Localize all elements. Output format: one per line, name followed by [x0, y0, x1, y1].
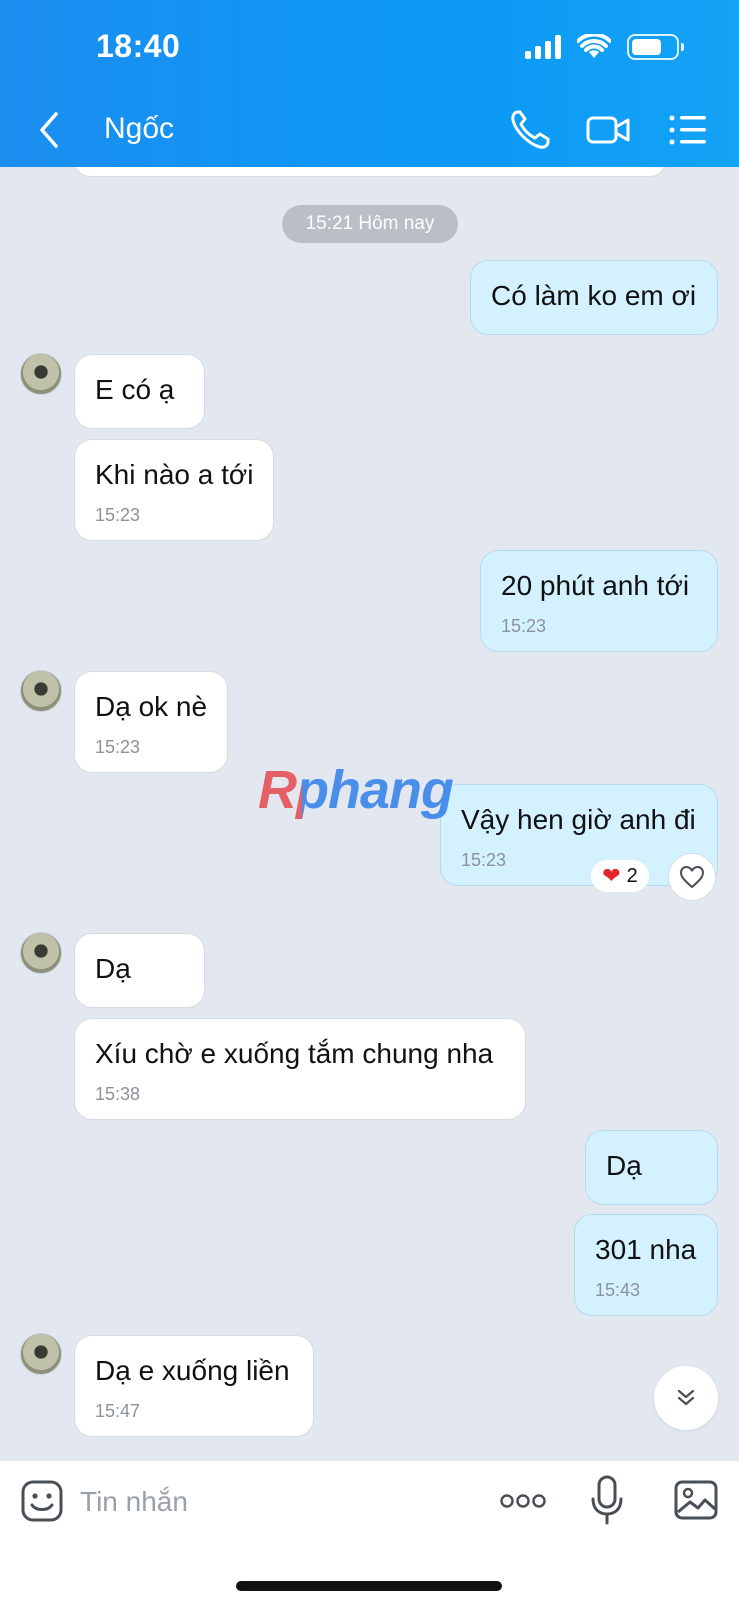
message-text: Xíu chờ e xuống tắm chung nha — [95, 1038, 494, 1069]
message-time: 15:47 — [95, 1401, 141, 1421]
message-bubble-outgoing[interactable]: Có làm ko em ơi — [470, 260, 718, 335]
microphone-icon[interactable] — [590, 1475, 624, 1525]
image-gallery-icon[interactable] — [674, 1479, 718, 1521]
message-bubble-incoming[interactable]: Khi nào a tới 15:23 — [74, 439, 274, 541]
message-bubble-outgoing[interactable]: Dạ — [585, 1130, 718, 1205]
message-time: 15:23 — [501, 616, 547, 636]
double-chevron-down-icon — [677, 1389, 695, 1406]
message-text: Khi nào a tới — [95, 459, 254, 490]
message-input-bar — [0, 1460, 739, 1600]
heart-icon: ❤ — [602, 863, 621, 888]
message-bubble-incoming[interactable]: Dạ e xuống liền 15:47 — [74, 1335, 314, 1437]
message-time: 15:23 — [461, 850, 507, 870]
more-options-icon[interactable] — [498, 1489, 548, 1513]
like-button[interactable] — [668, 853, 716, 901]
message-text: E có ạ — [95, 374, 175, 405]
message-time: 15:23 — [95, 505, 141, 525]
reaction-badge[interactable]: ❤ 2 — [591, 860, 649, 892]
message-text: Có làm ko em ơi — [491, 280, 697, 311]
battery-fill — [632, 39, 662, 55]
chat-header: 18:40 Ngốc — [0, 0, 739, 167]
reaction-count: 2 — [626, 864, 638, 887]
status-time: 18:40 — [96, 28, 181, 64]
message-time: 15:43 — [595, 1280, 641, 1300]
contact-name[interactable]: Ngốc — [104, 112, 174, 146]
message-text: Dạ ok nè — [95, 691, 208, 722]
signal-icon — [525, 35, 561, 59]
status-icons — [525, 34, 684, 60]
message-text: Dạ e xuống liền — [95, 1355, 290, 1386]
menu-list-icon[interactable] — [664, 106, 712, 154]
previous-message-bubble — [74, 167, 666, 177]
battery-icon — [627, 34, 684, 60]
contact-avatar[interactable] — [20, 353, 62, 395]
message-text: Dạ — [606, 1150, 642, 1181]
message-text: 301 nha — [595, 1234, 697, 1265]
back-icon[interactable] — [30, 108, 70, 152]
heart-outline-icon — [680, 866, 704, 888]
message-bubble-incoming[interactable]: Xíu chờ e xuống tắm chung nha 15:38 — [74, 1018, 526, 1120]
video-call-icon[interactable] — [584, 106, 632, 154]
contact-avatar[interactable] — [20, 932, 62, 974]
contact-avatar[interactable] — [20, 1333, 62, 1375]
message-text: 20 phút anh tới — [501, 570, 690, 601]
phone-icon[interactable] — [506, 106, 554, 154]
message-text: Dạ — [95, 953, 131, 984]
message-time: 15:23 — [95, 737, 141, 757]
watermark-logo: Rphang — [258, 760, 454, 820]
message-time: 15:38 — [95, 1084, 141, 1104]
message-text: Vậy hen giờ anh đi — [461, 804, 696, 835]
message-bubble-incoming[interactable]: Dạ — [74, 933, 205, 1008]
message-input[interactable] — [80, 1481, 440, 1523]
message-bubble-incoming[interactable]: E có ạ — [74, 354, 205, 429]
message-bubble-outgoing[interactable]: 301 nha 15:43 — [574, 1214, 718, 1316]
message-bubble-incoming[interactable]: Dạ ok nè 15:23 — [74, 671, 228, 773]
scroll-to-bottom-button[interactable] — [654, 1366, 718, 1430]
home-indicator — [236, 1581, 502, 1591]
emoji-sticker-icon[interactable] — [20, 1479, 64, 1523]
date-separator: 15:21 Hôm nay — [282, 205, 458, 243]
contact-avatar[interactable] — [20, 670, 62, 712]
message-bubble-outgoing[interactable]: 20 phút anh tới 15:23 — [480, 550, 718, 652]
wifi-icon — [577, 34, 611, 58]
chat-area[interactable]: 15:21 Hôm nay Có làm ko em ơi E có ạ Khi… — [0, 167, 739, 1460]
